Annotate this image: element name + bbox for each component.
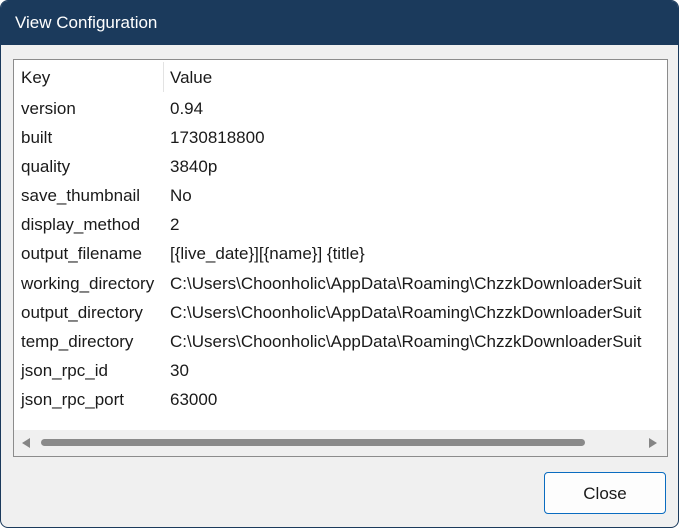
row-key: display_method	[21, 215, 141, 235]
row-value: 2	[170, 215, 180, 235]
column-separator[interactable]	[163, 62, 164, 92]
row-value: 63000	[170, 389, 218, 409]
row-value: C:\Users\Choonholic\AppData\Roaming\Chzz…	[170, 302, 642, 322]
list-row[interactable]: json_rpc_port 63000	[14, 385, 667, 414]
column-header-value[interactable]: Value	[170, 60, 212, 94]
scroll-left-icon[interactable]	[22, 438, 30, 448]
scrollbar-thumb[interactable]	[41, 439, 585, 446]
row-key: quality	[21, 157, 71, 177]
list-row[interactable]: working_directory C:\Users\Choonholic\Ap…	[14, 269, 667, 298]
list-row[interactable]: built 1730818800	[14, 123, 667, 152]
row-value: 0.94	[170, 99, 204, 118]
row-value: [{live_date}][{name}] {title}	[170, 244, 365, 264]
list-row[interactable]: json_rpc_id 30	[14, 356, 667, 385]
row-key: output_filename	[21, 244, 142, 264]
list-row[interactable]: display_method 2	[14, 210, 667, 239]
row-value: 30	[170, 360, 189, 380]
config-list[interactable]: Key Value version 0.94 built 1730818800 …	[13, 59, 668, 457]
list-rows: version 0.94 built 1730818800 quality 38…	[14, 94, 667, 414]
title-bar[interactable]: View Configuration	[1, 1, 678, 45]
row-key: json_rpc_id	[21, 360, 108, 380]
row-key: temp_directory	[21, 331, 134, 351]
row-key: save_thumbnail	[21, 186, 141, 206]
scroll-right-icon[interactable]	[649, 438, 657, 448]
row-key: output_directory	[21, 302, 143, 322]
list-row[interactable]: quality 3840p	[14, 152, 667, 181]
list-row[interactable]: version 0.94	[14, 94, 667, 123]
close-button[interactable]: Close	[544, 472, 666, 514]
row-key: built	[21, 128, 53, 148]
config-dialog: View Configuration Key Value version 0.9…	[0, 0, 679, 528]
row-key: version	[21, 99, 76, 118]
list-row[interactable]: output_directory C:\Users\Choonholic\App…	[14, 298, 667, 327]
row-value: 3840p	[170, 157, 218, 177]
list-row[interactable]: save_thumbnail No	[14, 181, 667, 210]
column-header-key[interactable]: Key	[21, 60, 50, 94]
row-value: C:\Users\Choonholic\AppData\Roaming\Chzz…	[170, 273, 642, 293]
row-key: json_rpc_port	[21, 389, 125, 409]
list-header: Key Value	[14, 60, 667, 94]
row-value: 1730818800	[170, 128, 265, 148]
horizontal-scrollbar[interactable]	[14, 430, 667, 456]
list-row[interactable]: output_filename [{live_date}][{name}] {t…	[14, 239, 667, 268]
row-key: working_directory	[21, 273, 155, 293]
window-title: View Configuration	[15, 13, 158, 32]
list-row[interactable]: temp_directory C:\Users\Choonholic\AppDa…	[14, 327, 667, 356]
row-value: No	[170, 186, 192, 206]
row-value: C:\Users\Choonholic\AppData\Roaming\Chzz…	[170, 331, 642, 351]
